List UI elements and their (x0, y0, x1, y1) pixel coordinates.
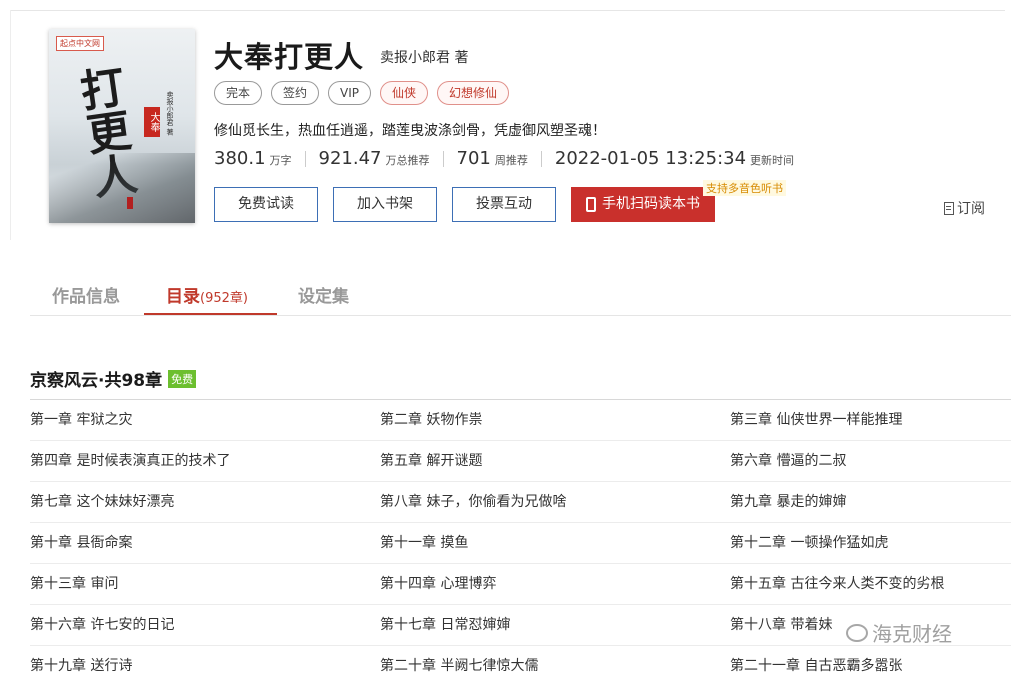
tab-info[interactable]: 作品信息 (52, 282, 120, 307)
vote-button[interactable]: 投票互动 (452, 187, 556, 222)
chapter-link[interactable]: 第四章 是时候表演真正的技术了 (30, 441, 380, 481)
stat-unit: 更新时间 (750, 154, 795, 167)
audio-promo-badge: 支持多音色听书 (703, 180, 786, 196)
scan-read-label: 手机扫码读本书 (602, 196, 700, 212)
book-title: 大奉打更人 (214, 40, 365, 74)
watermark: 海克财经 (846, 618, 952, 647)
chapter-link[interactable]: 第九章 暴走的婶婶 (730, 482, 1011, 522)
chapter-link[interactable]: 第三章 仙侠世界一样能推理 (730, 400, 1011, 440)
tab-bar: 作品信息 目录(952章) 设定集 (30, 270, 1011, 316)
subscribe-label: 订阅 (957, 201, 985, 217)
chapter-link[interactable]: 第十六章 许七安的日记 (30, 605, 380, 645)
publisher-logo: 起点中文网 (56, 36, 104, 51)
chapter-link[interactable]: 第六章 懵逼的二叔 (730, 441, 1011, 481)
chapter-link[interactable]: 第十五章 古往今来人类不变的劣根 (730, 564, 1011, 604)
chapter-row: 第四章 是时候表演真正的技术了 第五章 解开谜题 第六章 懵逼的二叔 (30, 441, 1011, 482)
volume-title: 京察风云·共98章 (30, 371, 163, 391)
stat-value: 2022-01-05 13:25:34 (554, 148, 747, 169)
subscribe-link[interactable]: 订阅 (944, 198, 985, 218)
stat-separator (442, 150, 444, 167)
cover-seal: 大奉 (144, 107, 160, 137)
phone-icon (586, 197, 596, 212)
volume-header: 京察风云·共98章 免费 (30, 366, 197, 391)
chapter-link[interactable]: 第十章 县衙命案 (30, 523, 380, 563)
book-author[interactable]: 卖报小郎君 著 (380, 47, 468, 67)
chapter-row: 第十九章 送行诗 第二十章 半阙七律惊大儒 第二十一章 自古恶霸多嚣张 (30, 646, 1011, 678)
action-buttons: 免费试读 加入书架 投票互动 手机扫码读本书 (214, 187, 715, 222)
free-read-button[interactable]: 免费试读 (214, 187, 318, 222)
stat-value: 380.1 (214, 148, 266, 169)
document-icon (944, 201, 954, 215)
chapter-link[interactable]: 第八章 妹子，你偷看为兄做啥 (380, 482, 730, 522)
tag-list: 完本 签约 VIP 仙侠 幻想修仙 (214, 81, 510, 105)
stat-value: 921.47 (318, 148, 382, 169)
stat-separator (540, 150, 542, 167)
tag-subgenre[interactable]: 幻想修仙 (437, 81, 510, 105)
chapter-link[interactable]: 第十四章 心理博弈 (380, 564, 730, 604)
tag-complete: 完本 (214, 81, 263, 105)
chapter-link[interactable]: 第二十章 半阙七律惊大儒 (380, 646, 730, 678)
free-badge: 免费 (168, 369, 197, 388)
cover-figure (127, 197, 133, 209)
cover-landscape (49, 153, 195, 223)
update-time: 2022-01-05 13:25:34 更新时间 (555, 148, 794, 169)
chapter-link[interactable]: 第一章 牢狱之灾 (30, 400, 380, 440)
chapter-link[interactable]: 第二章 妖物作祟 (380, 400, 730, 440)
chapter-link[interactable]: 第二十一章 自古恶霸多嚣张 (730, 646, 1011, 678)
chapter-link[interactable]: 第十七章 日常怼婶婶 (380, 605, 730, 645)
top-divider (10, 10, 1005, 11)
stat-unit: 万总推荐 (385, 154, 430, 167)
scan-read-button[interactable]: 手机扫码读本书 (571, 187, 715, 222)
tab-catalog-count: (952章) (200, 291, 248, 306)
chapter-link[interactable]: 第十三章 审问 (30, 564, 380, 604)
weekly-recommend: 701 周推荐 (457, 148, 528, 169)
stat-unit: 万字 (269, 154, 292, 167)
watermark-text: 海克财经 (872, 622, 952, 646)
tab-catalog[interactable]: 目录(952章) (166, 282, 248, 307)
tag-signed: 签约 (271, 81, 320, 105)
book-intro: 修仙觅长生，热血任逍遥，踏莲曳波涤剑骨，凭虚御风塑圣魂！ (214, 123, 606, 139)
book-stats: 380.1 万字 921.47 万总推荐 701 周推荐 2022-01-05 … (214, 148, 794, 169)
stat-separator (304, 150, 306, 167)
tab-catalog-label: 目录 (166, 287, 200, 307)
cover-author: 卖报小郎君 著 (166, 91, 174, 136)
chapter-link[interactable]: 第五章 解开谜题 (380, 441, 730, 481)
tag-vip: VIP (328, 81, 372, 105)
chapter-row: 第七章 这个妹妹好漂亮 第八章 妹子，你偷看为兄做啥 第九章 暴走的婶婶 (30, 482, 1011, 523)
stat-unit: 周推荐 (494, 154, 528, 167)
word-count: 380.1 万字 (214, 148, 292, 169)
chapter-row: 第十章 县衙命案 第十一章 摸鱼 第十二章 一顿操作猛如虎 (30, 523, 1011, 564)
tab-settings[interactable]: 设定集 (298, 282, 349, 307)
stat-value: 701 (456, 148, 491, 169)
add-shelf-button[interactable]: 加入书架 (333, 187, 437, 222)
active-tab-indicator (144, 313, 277, 315)
total-recommend: 921.47 万总推荐 (319, 148, 430, 169)
chapter-link[interactable]: 第十一章 摸鱼 (380, 523, 730, 563)
wechat-icon (846, 623, 868, 642)
chapter-link[interactable]: 第十二章 一顿操作猛如虎 (730, 523, 1011, 563)
chapter-row: 第十三章 审问 第十四章 心理博弈 第十五章 古往今来人类不变的劣根 (30, 564, 1011, 605)
chapter-row: 第一章 牢狱之灾 第二章 妖物作祟 第三章 仙侠世界一样能推理 (30, 400, 1011, 441)
left-divider (10, 10, 11, 240)
book-cover[interactable]: 起点中文网 打更人 大奉 卖报小郎君 著 (49, 29, 195, 223)
chapter-link[interactable]: 第十九章 送行诗 (30, 646, 380, 678)
tag-genre[interactable]: 仙侠 (380, 81, 429, 105)
chapter-link[interactable]: 第七章 这个妹妹好漂亮 (30, 482, 380, 522)
